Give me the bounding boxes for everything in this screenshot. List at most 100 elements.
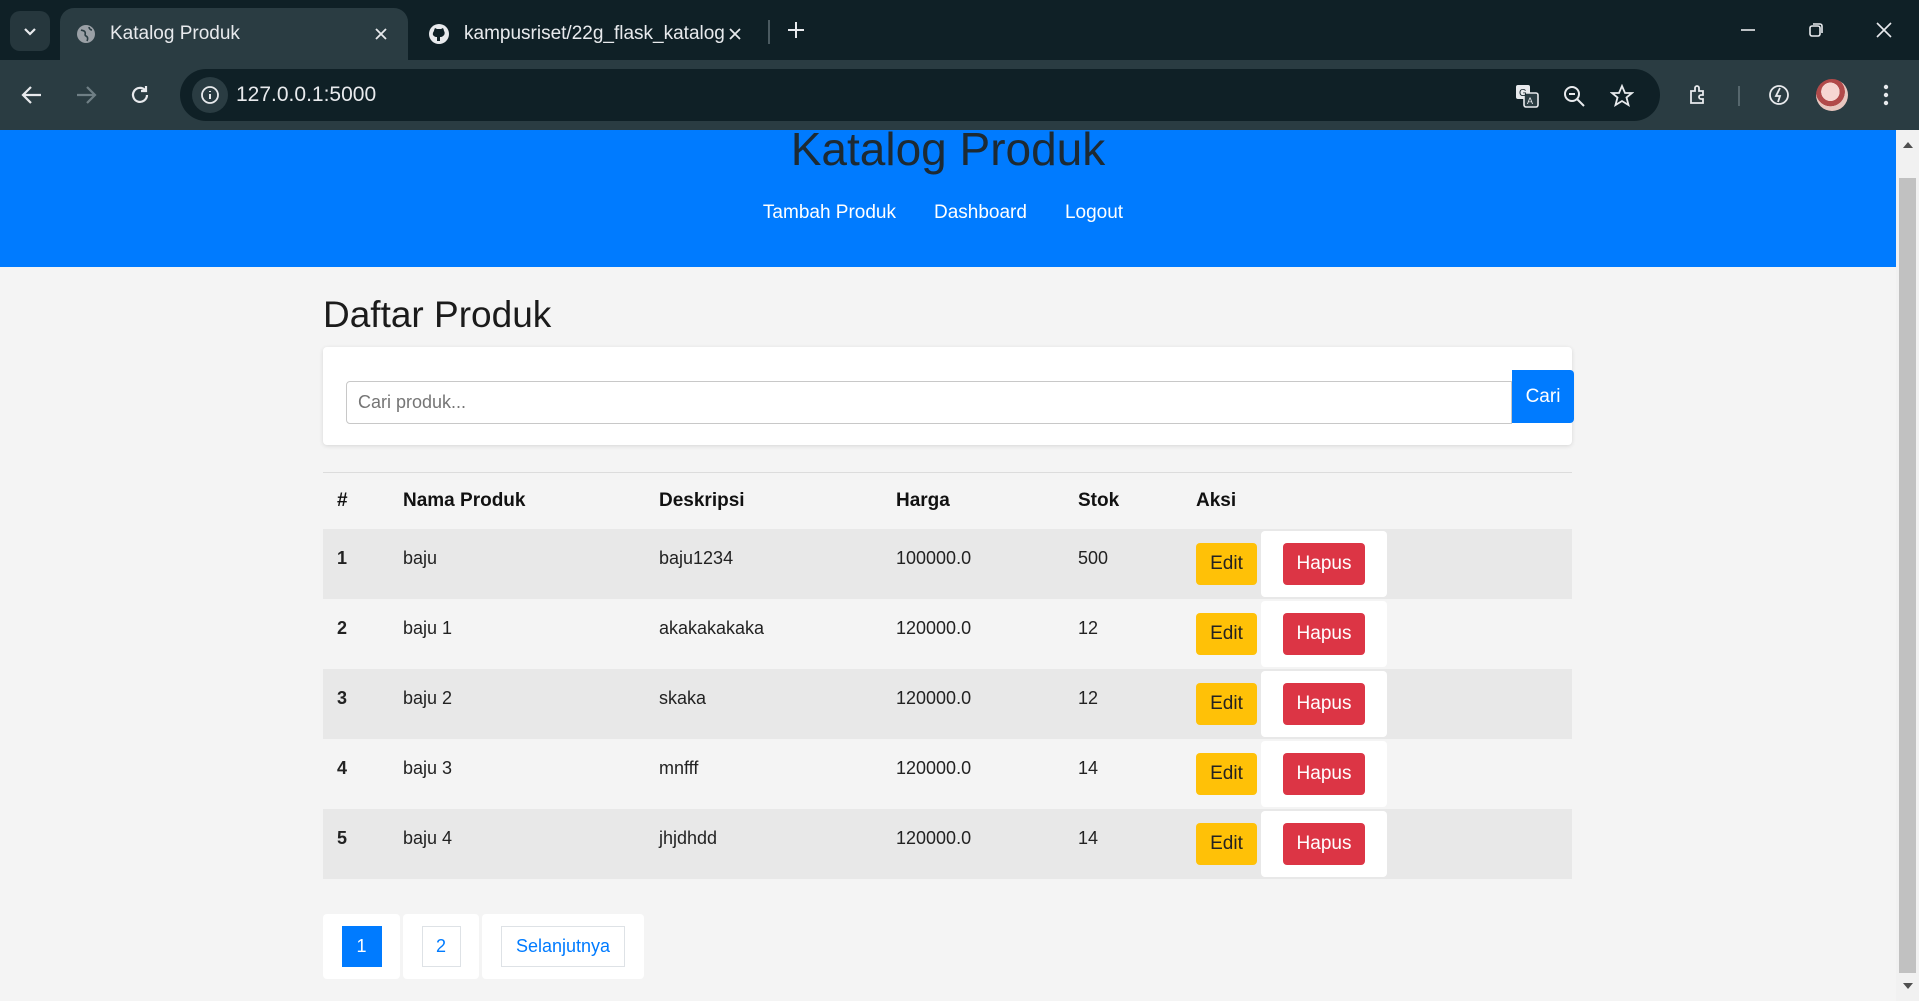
- restore-icon: [1809, 23, 1823, 37]
- reload-button[interactable]: [122, 77, 158, 113]
- scroll-up-arrow[interactable]: [1896, 134, 1919, 156]
- delete-button[interactable]: Hapus: [1283, 542, 1365, 585]
- edit-button[interactable]: Edit: [1196, 682, 1257, 725]
- column-header-description: Deskripsi: [645, 472, 882, 529]
- extensions-button[interactable]: [1681, 77, 1717, 113]
- nav-logout[interactable]: Logout: [1065, 202, 1123, 224]
- zoom-button[interactable]: [1557, 79, 1591, 113]
- row-actions: Edit Hapus: [1182, 738, 1572, 809]
- product-name: baju 4: [389, 808, 645, 879]
- table-row: 1 baju baju1234 100000.0 500 Edit Hapus: [323, 528, 1572, 599]
- row-number: 2: [323, 598, 389, 669]
- column-header-actions: Aksi: [1182, 472, 1572, 529]
- forward-icon: [77, 86, 97, 104]
- performance-icon: [1769, 85, 1789, 105]
- new-tab-button[interactable]: [780, 14, 812, 46]
- row-number: 1: [323, 528, 389, 599]
- table-row: 4 baju 3 mnfff 120000.0 14 Edit Hapus: [323, 738, 1572, 809]
- edit-button[interactable]: Edit: [1196, 542, 1257, 585]
- tab-title: kampusriset/22g_flask_katalog_: [464, 23, 724, 44]
- close-icon[interactable]: [370, 23, 392, 45]
- url-text: 127.0.0.1:5000: [236, 83, 377, 106]
- product-stock: 12: [1064, 598, 1182, 669]
- page-scrollbar[interactable]: [1896, 130, 1919, 1001]
- edit-button[interactable]: Edit: [1196, 752, 1257, 795]
- row-number: 5: [323, 808, 389, 879]
- edit-button[interactable]: Edit: [1196, 612, 1257, 655]
- star-icon: [1610, 84, 1634, 107]
- address-bar[interactable]: 127.0.0.1:5000 GA: [180, 69, 1660, 121]
- product-price: 120000.0: [882, 738, 1064, 809]
- scroll-down-arrow[interactable]: [1896, 975, 1919, 997]
- info-icon: [201, 86, 219, 104]
- product-name: baju: [389, 528, 645, 599]
- site-header: Katalog Produk Tambah Produk Dashboard L…: [0, 130, 1896, 267]
- page-link-2[interactable]: 2: [421, 926, 461, 967]
- forward-button[interactable]: [68, 77, 104, 113]
- minimize-button[interactable]: [1714, 0, 1782, 60]
- plus-icon: [788, 22, 804, 38]
- page-viewport: Katalog Produk Tambah Produk Dashboard L…: [0, 130, 1896, 1001]
- tab-github[interactable]: kampusriset/22g_flask_katalog_: [412, 8, 762, 60]
- browser-tabstrip: Katalog Produk kampusriset/22g_flask_kat…: [0, 0, 1919, 60]
- pagination: 1 2 Selanjutnya: [323, 914, 644, 979]
- site-info-button[interactable]: [192, 77, 228, 113]
- product-stock: 12: [1064, 668, 1182, 739]
- page-link-1[interactable]: 1: [341, 926, 382, 967]
- nav-dashboard[interactable]: Dashboard: [934, 202, 1027, 224]
- row-actions: Edit Hapus: [1182, 808, 1572, 879]
- tab-katalog-produk[interactable]: Katalog Produk: [60, 8, 408, 60]
- close-window-button[interactable]: [1850, 0, 1918, 60]
- delete-form: Hapus: [1261, 530, 1387, 597]
- delete-button[interactable]: Hapus: [1283, 822, 1365, 865]
- back-icon: [21, 86, 41, 104]
- github-icon: [429, 24, 449, 44]
- product-stock: 500: [1064, 528, 1182, 599]
- table-row: 2 baju 1 akakakakaka 120000.0 12 Edit Ha…: [323, 598, 1572, 669]
- product-price: 120000.0: [882, 598, 1064, 669]
- globe-icon: [77, 25, 95, 43]
- table-row: 5 baju 4 jhjdhdd 120000.0 14 Edit Hapus: [323, 808, 1572, 879]
- reload-icon: [131, 86, 149, 103]
- site-title: Katalog Produk: [790, 130, 1106, 175]
- chevron-down-icon: [24, 28, 36, 36]
- delete-button[interactable]: Hapus: [1283, 682, 1365, 725]
- site-nav: Tambah Produk Dashboard Logout: [0, 202, 1896, 224]
- performance-button[interactable]: [1761, 77, 1797, 113]
- back-button[interactable]: [14, 77, 50, 113]
- delete-form: Hapus: [1261, 740, 1387, 807]
- column-header-price: Harga: [882, 472, 1064, 529]
- page-item: 2: [403, 914, 479, 979]
- restore-button[interactable]: [1782, 0, 1850, 60]
- profile-avatar[interactable]: [1816, 79, 1848, 111]
- search-input[interactable]: [346, 381, 1512, 424]
- delete-button[interactable]: Hapus: [1283, 752, 1365, 795]
- edit-button[interactable]: Edit: [1196, 822, 1257, 865]
- menu-icon: [1883, 84, 1889, 106]
- tab-title: Katalog Produk: [110, 23, 240, 44]
- product-name: baju 2: [389, 668, 645, 739]
- table-header-row: # Nama Produk Deskripsi Harga Stok Aksi: [323, 472, 1572, 529]
- browser-menu-button[interactable]: [1868, 77, 1904, 113]
- zoom-out-icon: [1564, 86, 1585, 107]
- close-icon[interactable]: [724, 23, 746, 45]
- product-stock: 14: [1064, 808, 1182, 879]
- search-button[interactable]: Cari: [1512, 370, 1574, 423]
- product-description: skaka: [645, 668, 882, 739]
- next-page-link[interactable]: Selanjutnya: [501, 926, 625, 967]
- bookmark-button[interactable]: [1605, 79, 1639, 113]
- tab-search-button[interactable]: [10, 11, 50, 51]
- minimize-icon: [1741, 29, 1755, 31]
- delete-button[interactable]: Hapus: [1283, 612, 1365, 655]
- nav-tambah-produk[interactable]: Tambah Produk: [763, 202, 896, 224]
- tab-divider: [768, 20, 770, 44]
- product-price: 120000.0: [882, 668, 1064, 739]
- translate-icon: GA: [1516, 85, 1539, 108]
- scrollbar-thumb[interactable]: [1899, 178, 1916, 973]
- product-price: 120000.0: [882, 808, 1064, 879]
- delete-form: Hapus: [1261, 670, 1387, 737]
- translate-button[interactable]: GA: [1510, 79, 1544, 113]
- table-row: 3 baju 2 skaka 120000.0 12 Edit Hapus: [323, 668, 1572, 739]
- product-description: jhjdhdd: [645, 808, 882, 879]
- delete-form: Hapus: [1261, 810, 1387, 877]
